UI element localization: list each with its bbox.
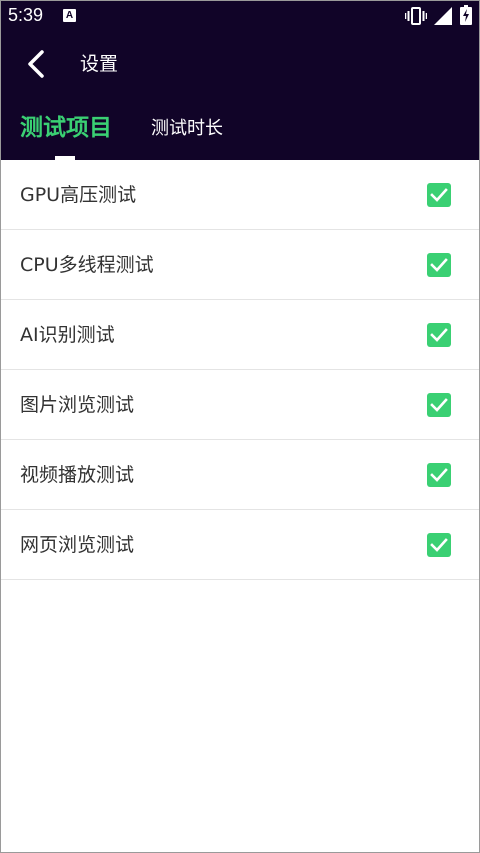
list-item-cpu[interactable]: CPU多线程测试 <box>0 230 480 300</box>
checkmark-icon <box>430 328 448 342</box>
signal-icon <box>434 7 452 25</box>
chevron-left-icon <box>28 50 44 78</box>
checkbox[interactable] <box>427 393 451 417</box>
checkmark-icon <box>430 468 448 482</box>
tab-label: 测试项目 <box>20 115 112 141</box>
battery-charging-icon <box>460 5 472 25</box>
list-item-label: CPU多线程测试 <box>20 254 154 276</box>
status-time: 5:39 <box>8 5 44 25</box>
test-item-list: GPU高压测试 CPU多线程测试 AI识别测试 图片浏览测试 视频播放测试 网页… <box>0 160 480 580</box>
tab-bar: 测试项目 测试时长 <box>0 96 480 160</box>
list-item-image-browsing[interactable]: 图片浏览测试 <box>0 370 480 440</box>
list-item-label: 视频播放测试 <box>20 464 135 486</box>
list-item-video-playback[interactable]: 视频播放测试 <box>0 440 480 510</box>
list-item-label: GPU高压测试 <box>20 184 137 206</box>
a-notification-icon: A <box>63 9 76 22</box>
vibrate-icon <box>405 7 427 25</box>
checkmark-icon <box>430 538 448 552</box>
list-item-label: AI识别测试 <box>20 324 115 346</box>
checkbox[interactable] <box>427 533 451 557</box>
back-button[interactable] <box>20 46 56 82</box>
page-title: 设置 <box>80 53 119 75</box>
checkbox[interactable] <box>427 323 451 347</box>
tab-label: 测试时长 <box>151 118 223 139</box>
app-header: 5:39 A 设置 测试项目 测试时长 <box>0 0 480 160</box>
list-item-web-browsing[interactable]: 网页浏览测试 <box>0 510 480 580</box>
toolbar: 设置 <box>0 32 480 96</box>
list-item-ai[interactable]: AI识别测试 <box>0 300 480 370</box>
checkbox[interactable] <box>427 253 451 277</box>
checkmark-icon <box>430 258 448 272</box>
checkbox[interactable] <box>427 463 451 487</box>
status-bar: 5:39 A <box>0 0 480 32</box>
tab-test-items[interactable]: 测试项目 <box>20 96 120 160</box>
list-item-label: 图片浏览测试 <box>20 394 135 416</box>
list-item-gpu[interactable]: GPU高压测试 <box>0 160 480 230</box>
checkmark-icon <box>430 398 448 412</box>
tab-test-duration[interactable]: 测试时长 <box>151 96 241 160</box>
list-item-label: 网页浏览测试 <box>20 534 135 556</box>
checkmark-icon <box>430 188 448 202</box>
checkbox[interactable] <box>427 183 451 207</box>
